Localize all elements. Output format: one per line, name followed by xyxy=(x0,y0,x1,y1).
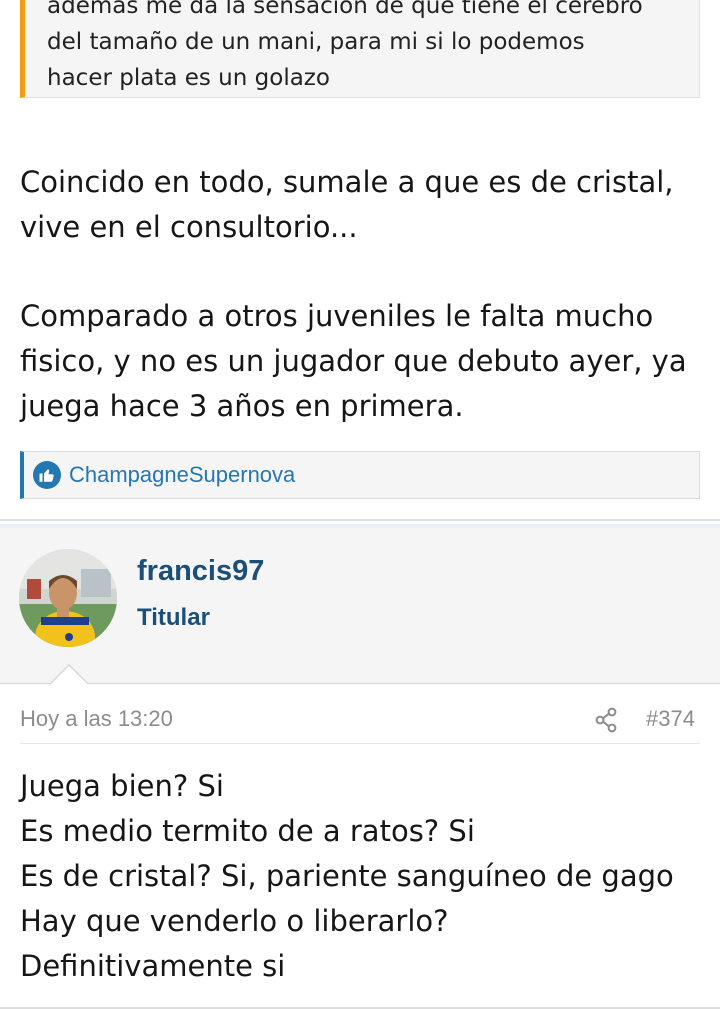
quote-line: ademas me da la sensación de que tiene e… xyxy=(47,0,643,19)
post-text-line: Es medio termito de a ratos? Si xyxy=(20,814,475,848)
user-title: Titular xyxy=(137,604,210,631)
quote-line: hacer plata es un golazo xyxy=(47,65,330,91)
post-text-line: juega hace 3 años en primera. xyxy=(20,389,464,423)
avatar[interactable] xyxy=(19,549,117,647)
post-text-line: Comparado a otros juveniles le falta muc… xyxy=(20,299,654,333)
meta-divider xyxy=(20,743,700,744)
reaction-user-link[interactable]: ChampagneSupernova xyxy=(69,462,295,488)
post-text-line: Definitivamente si xyxy=(20,949,286,983)
username-link[interactable]: francis97 xyxy=(137,555,264,588)
quoted-post[interactable]: ademas me da la sensación de que tiene e… xyxy=(20,0,700,98)
thumbs-up-icon xyxy=(33,461,61,489)
post-text-line: Hay que venderlo o liberarlo? xyxy=(20,904,449,938)
post-bottom-divider xyxy=(0,1007,720,1009)
reactions-bar[interactable]: ChampagneSupernova xyxy=(20,451,700,499)
message-arrow-inner xyxy=(51,666,87,684)
post-text-line: Coincido en todo, sumale a que es de cri… xyxy=(20,165,674,199)
post-date-link[interactable]: Hoy a las 13:20 xyxy=(20,706,173,732)
post-divider xyxy=(0,519,720,521)
post-text-line: Juega bien? Si xyxy=(20,769,224,803)
post-text-line: Es de cristal? Si, pariente sanguíneo de… xyxy=(20,859,674,893)
post-user-block: francis97 Titular xyxy=(0,528,720,684)
share-icon[interactable] xyxy=(594,707,618,733)
post-text-line: fisico, y no es un jugador que debuto ay… xyxy=(20,344,687,378)
post-number-link[interactable]: #374 xyxy=(646,706,695,732)
post-text-line: vive en el consultorio... xyxy=(20,210,358,244)
quote-line: del tamaño de un mani, para mi si lo pod… xyxy=(47,29,585,55)
